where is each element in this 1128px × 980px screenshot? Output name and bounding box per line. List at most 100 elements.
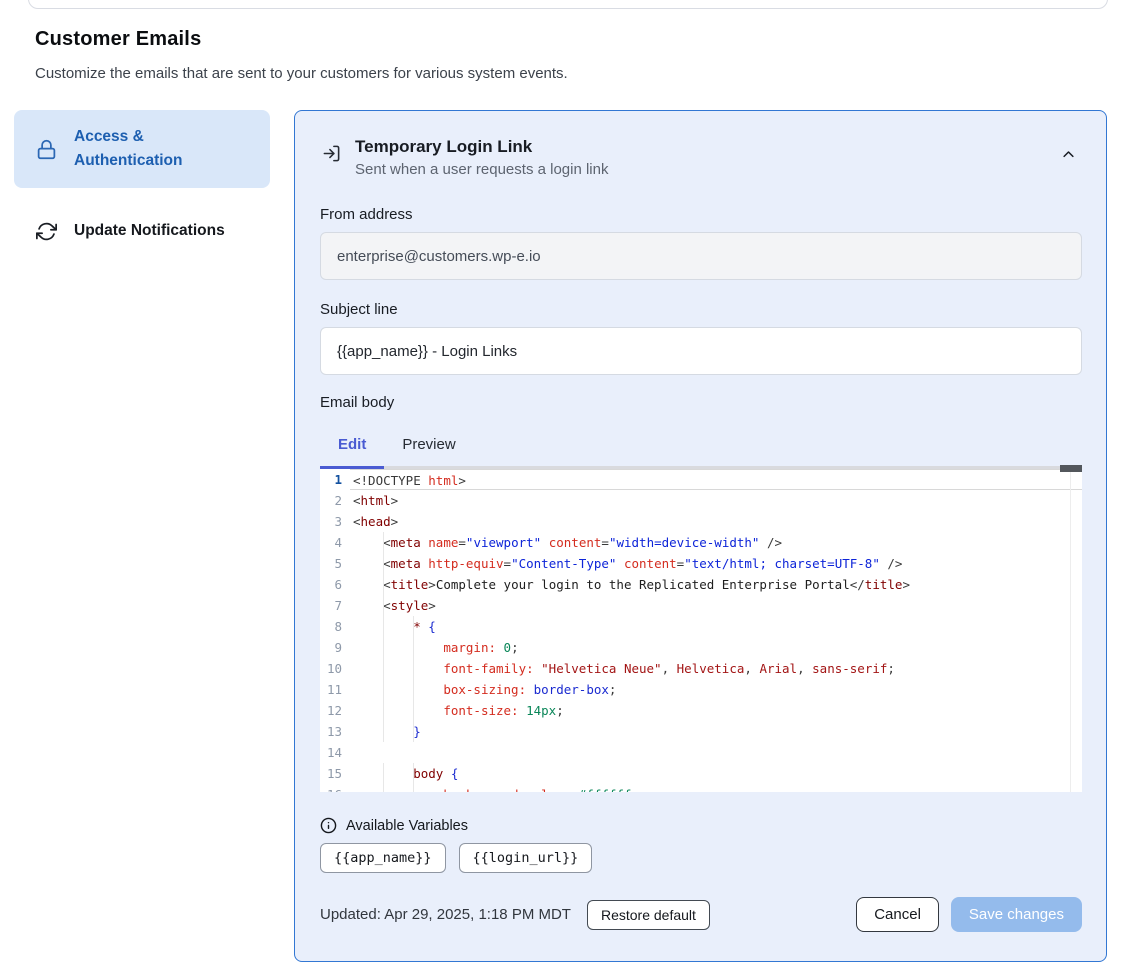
updated-timestamp: Updated: Apr 29, 2025, 1:18 PM MDT bbox=[320, 906, 571, 923]
code-line-content: body { bbox=[350, 763, 1082, 784]
sidebar-item-update-notifications[interactable]: Update Notifications bbox=[14, 205, 270, 257]
save-changes-button[interactable]: Save changes bbox=[951, 897, 1082, 932]
code-line: 8 * { bbox=[320, 616, 1082, 637]
code-line: 14 bbox=[320, 742, 1082, 763]
code-line: 16 background-color: #ffffff; bbox=[320, 784, 1082, 792]
sidebar: Access & Authentication Update Notificat… bbox=[14, 110, 270, 274]
indent-guide bbox=[383, 679, 384, 700]
line-number: 2 bbox=[320, 490, 350, 511]
code-line-content: <meta name="viewport" content="width=dev… bbox=[350, 532, 1082, 553]
line-number: 10 bbox=[320, 658, 350, 679]
line-number: 15 bbox=[320, 763, 350, 784]
chevron-up-icon bbox=[1061, 147, 1076, 165]
email-body-tabs: Edit Preview bbox=[320, 427, 1082, 469]
indent-guide bbox=[383, 532, 384, 553]
from-address-input[interactable] bbox=[320, 232, 1082, 280]
log-in-icon bbox=[322, 144, 341, 163]
sidebar-item-label: Update Notifications bbox=[74, 219, 225, 243]
panel-subtitle: Sent when a user requests a login link bbox=[355, 161, 1055, 178]
code-line-content: <style> bbox=[350, 595, 1082, 616]
line-number: 1 bbox=[320, 469, 350, 490]
code-line: 2<html> bbox=[320, 490, 1082, 511]
code-line-content bbox=[350, 742, 1082, 763]
available-variables-row: Available Variables bbox=[320, 817, 1082, 834]
cancel-button[interactable]: Cancel bbox=[856, 897, 939, 932]
code-line: 5 <meta http-equiv="Content-Type" conten… bbox=[320, 553, 1082, 574]
line-number: 6 bbox=[320, 574, 350, 595]
line-number: 9 bbox=[320, 637, 350, 658]
email-template-panel: Temporary Login Link Sent when a user re… bbox=[294, 110, 1107, 962]
indent-guide bbox=[383, 658, 384, 679]
indent-guide bbox=[413, 679, 414, 700]
restore-default-button[interactable]: Restore default bbox=[587, 900, 710, 930]
previous-card-edge bbox=[28, 0, 1108, 9]
tab-edit[interactable]: Edit bbox=[320, 427, 384, 469]
code-line-content: font-size: 14px; bbox=[350, 700, 1082, 721]
indent-guide bbox=[383, 616, 384, 637]
code-line-content: box-sizing: border-box; bbox=[350, 679, 1082, 700]
indent-guide bbox=[383, 553, 384, 574]
collapse-button[interactable] bbox=[1055, 141, 1082, 171]
sidebar-item-label: Access & Authentication bbox=[74, 125, 256, 173]
panel-footer: Updated: Apr 29, 2025, 1:18 PM MDT Resto… bbox=[320, 897, 1082, 932]
indent-guide bbox=[383, 721, 384, 742]
editor-scrollbar-thumb[interactable] bbox=[1060, 465, 1082, 472]
indent-guide bbox=[383, 595, 384, 616]
code-line: 15 body { bbox=[320, 763, 1082, 784]
indent-guide bbox=[413, 700, 414, 721]
page-subtitle: Customize the emails that are sent to yo… bbox=[35, 65, 568, 82]
line-number: 11 bbox=[320, 679, 350, 700]
editor-lines: 1<!DOCTYPE html>2<html>3<head>4 <meta na… bbox=[320, 469, 1082, 792]
indent-guide bbox=[413, 721, 414, 742]
code-editor[interactable]: 1<!DOCTYPE html>2<html>3<head>4 <meta na… bbox=[320, 469, 1082, 792]
line-number: 14 bbox=[320, 742, 350, 763]
indent-guide bbox=[413, 616, 414, 637]
code-line-content: } bbox=[350, 721, 1082, 742]
code-line: 11 box-sizing: border-box; bbox=[320, 679, 1082, 700]
line-number: 16 bbox=[320, 784, 350, 792]
from-address-label: From address bbox=[320, 206, 1082, 223]
indent-guide bbox=[383, 763, 384, 784]
tab-preview[interactable]: Preview bbox=[384, 427, 473, 469]
indent-guide bbox=[383, 637, 384, 658]
line-number: 7 bbox=[320, 595, 350, 616]
panel-titles: Temporary Login Link Sent when a user re… bbox=[355, 137, 1055, 178]
line-number: 4 bbox=[320, 532, 350, 553]
lock-icon bbox=[36, 139, 57, 160]
indent-guide bbox=[383, 574, 384, 595]
variable-chip[interactable]: {{login_url}} bbox=[459, 843, 593, 873]
variable-chips: {{app_name}} {{login_url}} bbox=[320, 843, 1082, 873]
page-title: Customer Emails bbox=[35, 28, 201, 51]
code-line: 13 } bbox=[320, 721, 1082, 742]
subject-line-label: Subject line bbox=[320, 301, 1082, 318]
code-line-content: <head> bbox=[350, 511, 1082, 532]
code-line-content: margin: 0; bbox=[350, 637, 1082, 658]
indent-guide bbox=[413, 763, 414, 784]
subject-line-input[interactable] bbox=[320, 327, 1082, 375]
code-line: 6 <title>Complete your login to the Repl… bbox=[320, 574, 1082, 595]
code-editor-wrap: 1<!DOCTYPE html>2<html>3<head>4 <meta na… bbox=[320, 469, 1082, 792]
code-line: 12 font-size: 14px; bbox=[320, 700, 1082, 721]
line-number: 12 bbox=[320, 700, 350, 721]
editor-scrollbar-track[interactable] bbox=[1070, 469, 1071, 792]
variable-chip[interactable]: {{app_name}} bbox=[320, 843, 446, 873]
sidebar-item-access-authentication[interactable]: Access & Authentication bbox=[14, 110, 270, 188]
code-line: 7 <style> bbox=[320, 595, 1082, 616]
available-variables-label: Available Variables bbox=[346, 818, 468, 834]
info-icon bbox=[320, 817, 337, 834]
panel-header: Temporary Login Link Sent when a user re… bbox=[320, 137, 1082, 178]
line-number: 13 bbox=[320, 721, 350, 742]
code-line-content: <title>Complete your login to the Replic… bbox=[350, 574, 1082, 595]
code-line-content: <meta http-equiv="Content-Type" content=… bbox=[350, 553, 1082, 574]
code-line-content: font-family: "Helvetica Neue", Helvetica… bbox=[350, 658, 1082, 679]
code-line: 3<head> bbox=[320, 511, 1082, 532]
code-line-content: <!DOCTYPE html> bbox=[350, 469, 1082, 490]
indent-guide bbox=[413, 637, 414, 658]
code-line: 9 margin: 0; bbox=[320, 637, 1082, 658]
code-line-content: <html> bbox=[350, 490, 1082, 511]
line-number: 3 bbox=[320, 511, 350, 532]
line-number: 5 bbox=[320, 553, 350, 574]
panel-title: Temporary Login Link bbox=[355, 137, 1055, 157]
code-line: 1<!DOCTYPE html> bbox=[320, 469, 1082, 490]
code-line: 4 <meta name="viewport" content="width=d… bbox=[320, 532, 1082, 553]
